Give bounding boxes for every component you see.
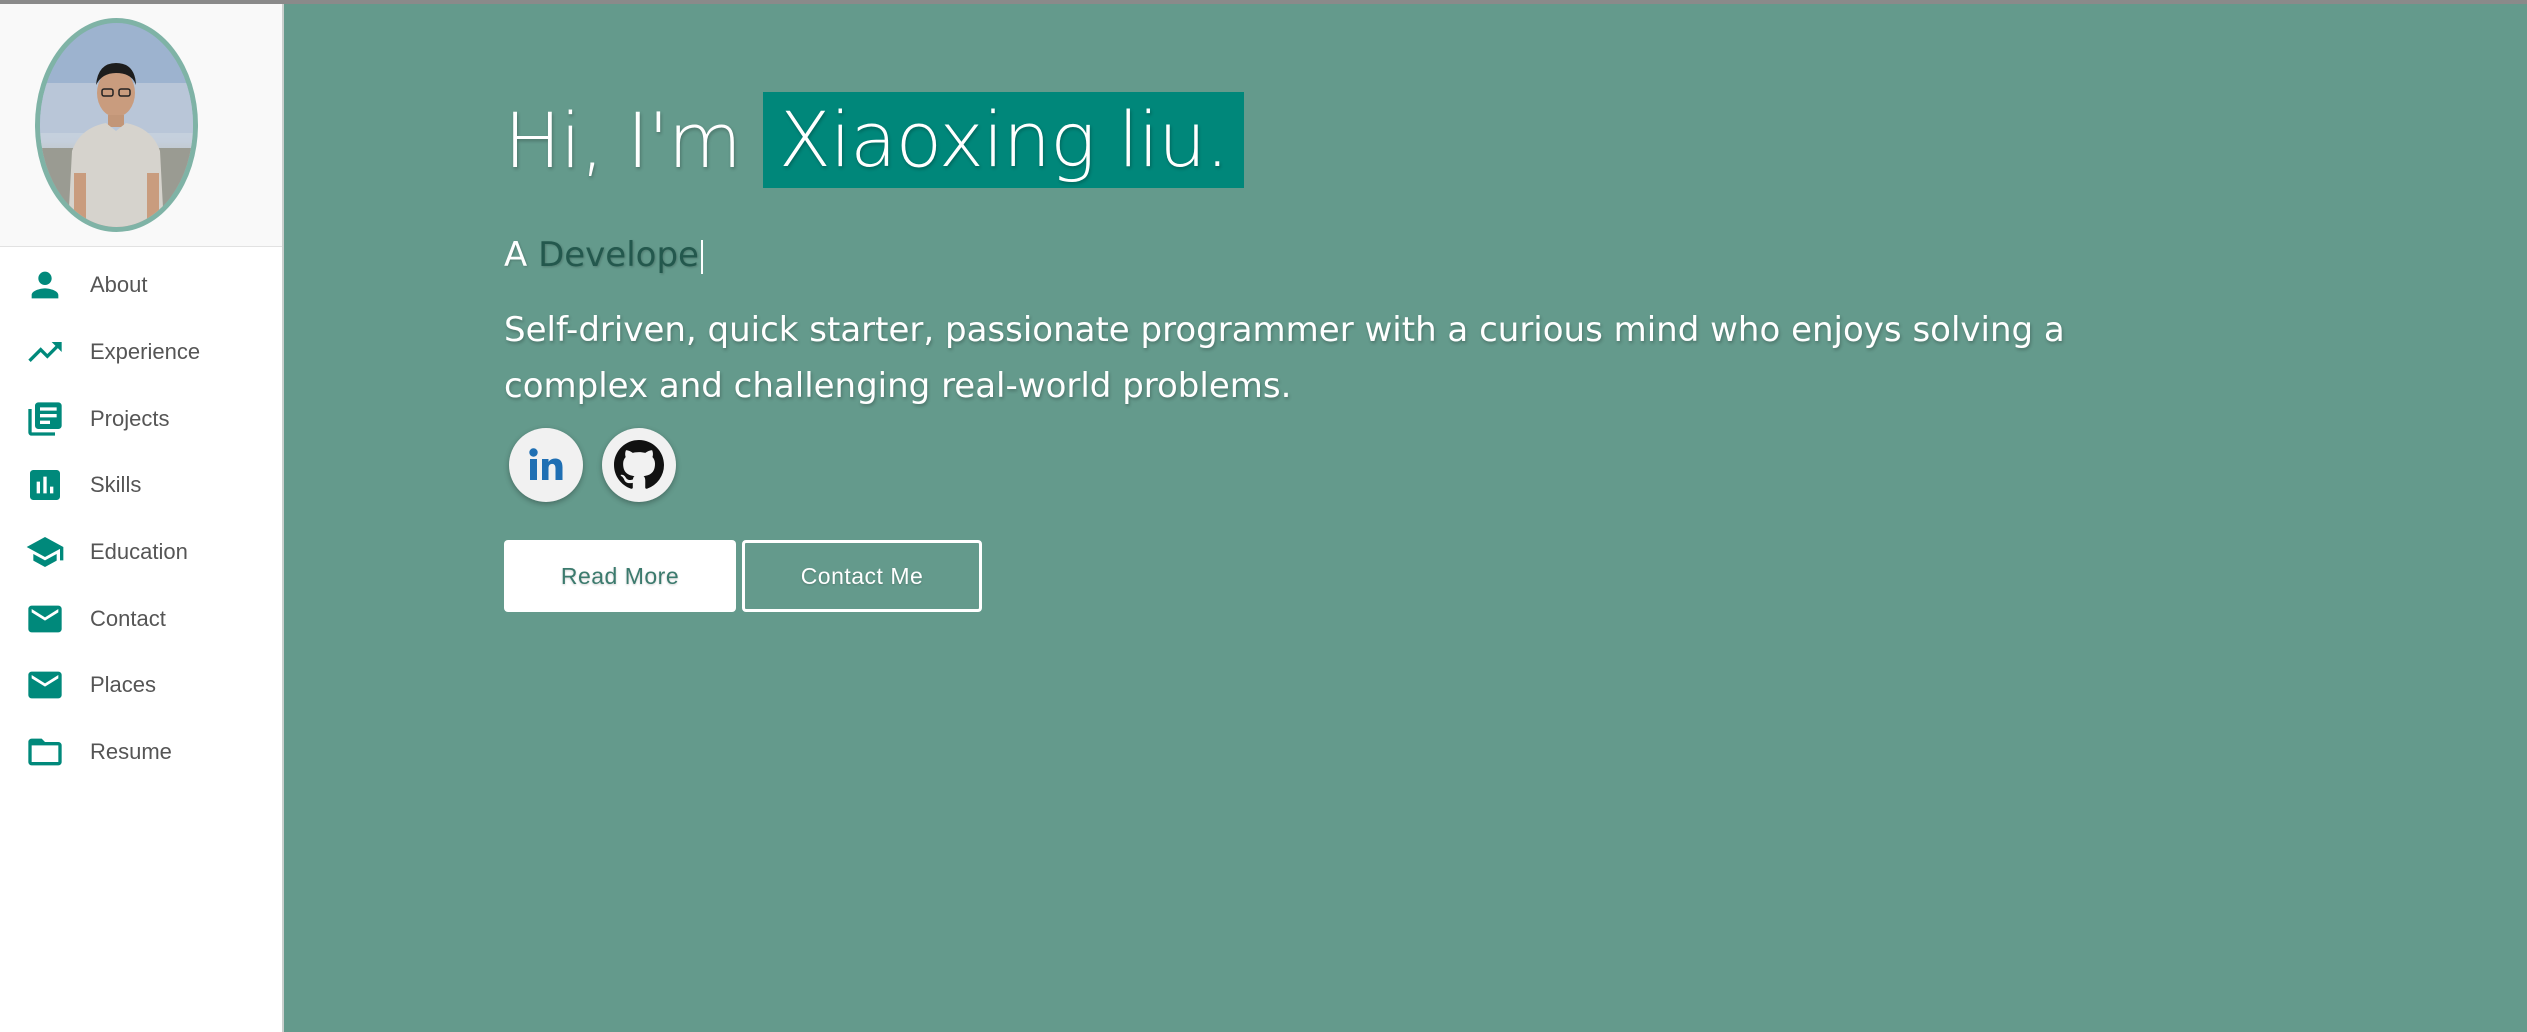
trending-up-icon	[25, 332, 65, 372]
sidebar-item-places[interactable]: Places	[0, 652, 282, 719]
folder-icon	[25, 732, 65, 772]
typed-role: A Develope	[504, 234, 2204, 276]
hero-content: Hi, I'm Xiaoxing liu. A Develope Self-dr…	[504, 92, 2204, 612]
sidebar-item-contact[interactable]: Contact	[0, 585, 282, 652]
sidebar-item-label: Skills	[90, 472, 142, 498]
hero-actions: Read More Contact Me	[504, 540, 2204, 612]
mail-icon	[25, 665, 65, 705]
linkedin-button[interactable]	[509, 428, 583, 502]
sidebar-item-resume[interactable]: Resume	[0, 719, 282, 786]
profile-area	[0, 4, 282, 247]
sidebar-item-label: About	[90, 272, 148, 298]
github-icon	[614, 440, 664, 489]
sidebar-item-about[interactable]: About	[0, 252, 282, 319]
role-typed-text: Develope	[538, 235, 699, 275]
bar-chart-icon	[25, 465, 65, 505]
hero-tagline: Self-driven, quick starter, passionate p…	[504, 310, 2065, 406]
sidebar-item-label: Places	[90, 672, 157, 698]
sidebar-nav: About Experience Projects Skills Educati…	[0, 252, 282, 786]
sidebar-item-label: Resume	[90, 739, 172, 765]
linkedin-icon	[529, 448, 563, 480]
sidebar-item-education[interactable]: Education	[0, 519, 282, 586]
typing-cursor	[700, 239, 703, 274]
person-icon	[25, 265, 65, 305]
sidebar-item-skills[interactable]: Skills	[0, 452, 282, 519]
greeting-prefix: Hi, I'm	[504, 95, 742, 185]
hero-heading: Hi, I'm Xiaoxing liu.	[504, 92, 2204, 188]
sidebar-item-label: Projects	[90, 405, 170, 431]
hero-section: Hi, I'm Xiaoxing liu. A Develope Self-dr…	[285, 4, 2527, 1032]
sidebar-item-projects[interactable]: Projects	[0, 385, 282, 452]
role-prefix: A	[504, 235, 528, 275]
mail-icon	[25, 599, 65, 639]
contact-me-button[interactable]: Contact Me	[742, 540, 982, 612]
sidebar-item-label: Education	[90, 539, 188, 565]
sidebar-item-label: Experience	[90, 339, 201, 365]
avatar	[35, 18, 198, 232]
school-icon	[25, 532, 65, 572]
read-more-button[interactable]: Read More	[504, 540, 736, 612]
sidebar-item-label: Contact	[90, 605, 166, 631]
hero-name: Xiaoxing liu.	[762, 92, 1245, 188]
sidebar-item-experience[interactable]: Experience	[0, 319, 282, 386]
social-links	[504, 428, 2204, 502]
top-border	[0, 0, 2527, 4]
github-button[interactable]	[602, 428, 676, 502]
sidebar: About Experience Projects Skills Educati…	[0, 4, 284, 1032]
library-books-icon	[25, 399, 65, 439]
avatar-photo	[40, 23, 193, 227]
